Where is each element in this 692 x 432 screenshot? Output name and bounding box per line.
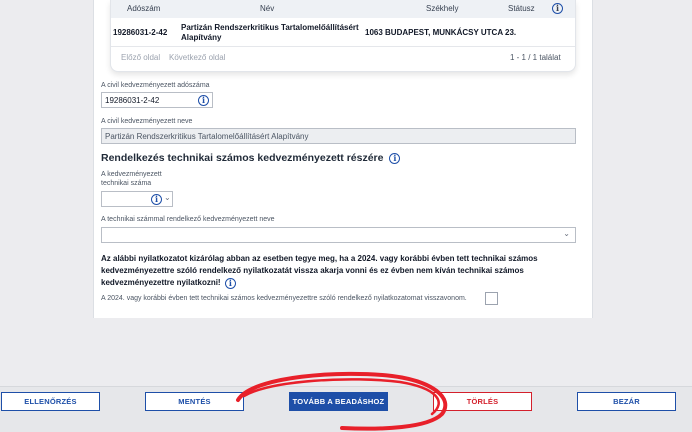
save-button[interactable]: MENTÉS [145, 392, 244, 411]
status-info-icon[interactable]: i [552, 3, 563, 14]
chevron-down-icon[interactable]: ⌄ [164, 193, 171, 202]
col-header-name: Név [260, 4, 275, 13]
revoke-label: A 2024. vagy korábbi évben tett technika… [101, 295, 467, 302]
warning-line-3-text: kedvezményezettre nyilatkozni! [101, 278, 221, 288]
tech-name-label: A technikai számmal rendelkező kedvezmén… [101, 216, 275, 223]
warning-line-3: kedvezményezettre nyilatkozni! i [101, 277, 576, 289]
annotation-circle [236, 371, 448, 431]
col-header-tax-number: Adószám [127, 4, 161, 13]
tax-number-label: A civil kedvezményezett adószáma [101, 82, 210, 89]
table-row[interactable]: 19286031-2-42 Partizán Rendszerkritikus … [111, 19, 575, 47]
result-count: 1 - 1 / 1 találat [510, 53, 561, 62]
name-label: A civil kedvezményezett neve [101, 118, 193, 125]
tech-number-label-line2: technikai száma [101, 180, 152, 187]
row-address: 1063 BUDAPEST, MUNKÁCSY UTCA 23. [365, 28, 517, 37]
tech-number-label-line1: A kedvezményezett [101, 171, 162, 178]
check-button[interactable]: ELLENŐRZÉS [1, 392, 100, 411]
col-header-status: Státusz [508, 4, 535, 13]
revoke-checkbox[interactable] [485, 292, 498, 305]
close-button[interactable]: BEZÁR [577, 392, 676, 411]
name-field: Partizán Rendszerkritikus Tartalomelőáll… [101, 128, 576, 144]
chevron-down-icon[interactable]: ⌄ [563, 229, 570, 238]
tax-info-icon[interactable]: i [198, 95, 209, 106]
revoke-warning: Az alábbi nyilatkozatot kizárólag abban … [101, 253, 576, 290]
prev-page-button[interactable]: Előző oldal [121, 53, 160, 62]
annotation-stroke-inner [242, 378, 440, 416]
results-table-header: Adószám Név Székhely Státusz i [111, 0, 575, 18]
warning-info-icon[interactable]: i [224, 277, 236, 289]
search-results-panel: Adószám Név Székhely Státusz i 19286031-… [110, 0, 576, 72]
row-tax-number: 19286031-2-42 [113, 28, 168, 37]
tax-number-value: 19286031-2-42 [105, 96, 160, 105]
tech-number-info-icon[interactable]: i [151, 194, 162, 205]
col-header-address: Székhely [426, 4, 459, 13]
row-name-line2: Alapítvány [181, 33, 222, 42]
technical-section-title-text: Rendelkezés technikai számos kedvezménye… [101, 152, 384, 164]
tech-number-select[interactable]: i ⌄ [101, 191, 173, 207]
tech-name-select[interactable]: ⌄ [101, 227, 576, 243]
warning-line-1: Az alábbi nyilatkozatot kizárólag abban … [101, 254, 538, 263]
next-page-button[interactable]: Következő oldal [169, 53, 225, 62]
section-info-icon[interactable]: i [389, 152, 401, 164]
tax-number-field[interactable]: 19286031-2-42 i [101, 92, 213, 108]
annotation-stroke-outer [236, 371, 448, 431]
warning-line-2: kedvezményezettre szóló rendelkező nyila… [101, 266, 524, 276]
name-value: Partizán Rendszerkritikus Tartalomelőáll… [105, 132, 309, 141]
technical-section-title: Rendelkezés technikai számos kedvezménye… [101, 152, 401, 164]
row-name-line1: Partizán Rendszerkritikus Tartalomelőáll… [181, 23, 359, 32]
